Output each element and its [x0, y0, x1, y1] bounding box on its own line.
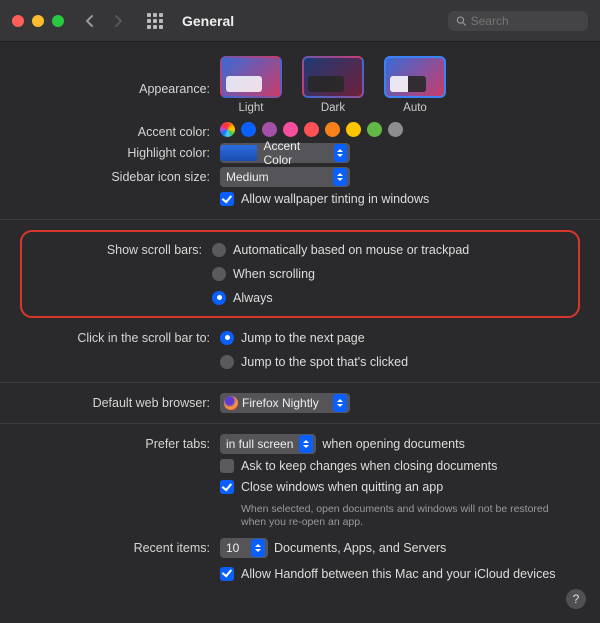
accent-swatch-2[interactable]	[262, 122, 277, 137]
divider	[0, 423, 600, 424]
close-window-button[interactable]	[12, 15, 24, 27]
content-area: Appearance: Light Dark Auto Accent color…	[0, 42, 600, 601]
clickbar-radio-1[interactable]: Jump to the spot that's clicked	[220, 352, 580, 372]
highlight-swatch	[220, 145, 257, 161]
radio-icon	[220, 331, 234, 345]
minimize-window-button[interactable]	[32, 15, 44, 27]
forward-button[interactable]	[108, 9, 128, 33]
highlight-label: Highlight color:	[20, 143, 220, 160]
close-windows-subtext: When selected, open documents and window…	[241, 503, 561, 530]
clickbar-options: Jump to the next page Jump to the spot th…	[220, 328, 580, 372]
default-browser-select[interactable]: Firefox Nightly	[220, 393, 350, 413]
zoom-window-button[interactable]	[52, 15, 64, 27]
scrollbars-label: Show scroll bars:	[32, 240, 212, 257]
accent-swatch-7[interactable]	[367, 122, 382, 137]
stepper-icon	[334, 144, 347, 162]
scrollbars-radio-0[interactable]: Automatically based on mouse or trackpad	[212, 240, 568, 260]
appearance-dark-thumb	[302, 56, 364, 98]
accent-label: Accent color:	[20, 122, 220, 139]
appearance-light[interactable]: Light	[220, 56, 282, 114]
appearance-auto[interactable]: Auto	[384, 56, 446, 114]
divider	[0, 219, 600, 220]
ask-keep-changes-checkbox[interactable]: Ask to keep changes when closing documen…	[220, 458, 497, 476]
stepper-icon	[299, 435, 313, 453]
close-windows-checkbox[interactable]: Close windows when quitting an app	[220, 479, 580, 497]
recent-label: Recent items:	[20, 538, 220, 555]
stepper-icon	[333, 168, 347, 186]
scroll-bars-highlight: Show scroll bars: Automatically based on…	[20, 230, 580, 318]
scrollbars-radio-2[interactable]: Always	[212, 288, 568, 308]
appearance-label: Appearance:	[20, 56, 220, 96]
help-button[interactable]: ?	[566, 589, 586, 609]
window-controls	[12, 15, 64, 27]
stepper-icon	[251, 539, 265, 557]
radio-icon	[212, 243, 226, 257]
show-all-button[interactable]	[144, 10, 166, 32]
window-title: General	[182, 13, 234, 29]
accent-swatch-8[interactable]	[388, 122, 403, 137]
search-icon	[456, 15, 467, 27]
sidebar-size-select[interactable]: Medium	[220, 167, 350, 187]
recent-items-select[interactable]: 10	[220, 538, 268, 558]
scrollbars-options: Automatically based on mouse or trackpad…	[212, 240, 568, 308]
accent-swatch-3[interactable]	[283, 122, 298, 137]
titlebar: General	[0, 0, 600, 42]
prefertabs-label: Prefer tabs:	[20, 434, 220, 451]
accent-swatch-6[interactable]	[346, 122, 361, 137]
search-input[interactable]	[471, 14, 580, 28]
radio-icon	[212, 291, 226, 305]
accent-swatch-0[interactable]	[220, 122, 235, 137]
back-button[interactable]	[80, 9, 100, 33]
clickbar-label: Click in the scroll bar to:	[20, 328, 220, 345]
accent-swatch-1[interactable]	[241, 122, 256, 137]
checkbox-icon	[220, 459, 234, 473]
appearance-options: Light Dark Auto	[220, 56, 446, 114]
checkbox-icon	[220, 567, 234, 581]
highlight-color-select[interactable]: Accent Color	[220, 143, 350, 163]
divider	[0, 382, 600, 383]
sidebar-size-label: Sidebar icon size:	[20, 167, 220, 184]
clickbar-radio-0[interactable]: Jump to the next page	[220, 328, 580, 348]
scrollbars-radio-1[interactable]: When scrolling	[212, 264, 568, 284]
accent-swatch-4[interactable]	[304, 122, 319, 137]
firefox-icon	[224, 396, 238, 410]
accent-swatch-5[interactable]	[325, 122, 340, 137]
checkbox-icon	[220, 480, 234, 494]
checkbox-icon	[220, 192, 234, 206]
browser-label: Default web browser:	[20, 393, 220, 410]
handoff-checkbox[interactable]: Allow Handoff between this Mac and your …	[220, 566, 556, 584]
prefer-tabs-select[interactable]: in full screen	[220, 434, 316, 454]
accent-color-row	[220, 122, 403, 137]
appearance-auto-thumb	[384, 56, 446, 98]
appearance-dark[interactable]: Dark	[302, 56, 364, 114]
search-field[interactable]	[448, 11, 588, 31]
appearance-light-thumb	[220, 56, 282, 98]
stepper-icon	[333, 394, 347, 412]
radio-icon	[220, 355, 234, 369]
wallpaper-tint-checkbox[interactable]: Allow wallpaper tinting in windows	[220, 191, 429, 209]
radio-icon	[212, 267, 226, 281]
